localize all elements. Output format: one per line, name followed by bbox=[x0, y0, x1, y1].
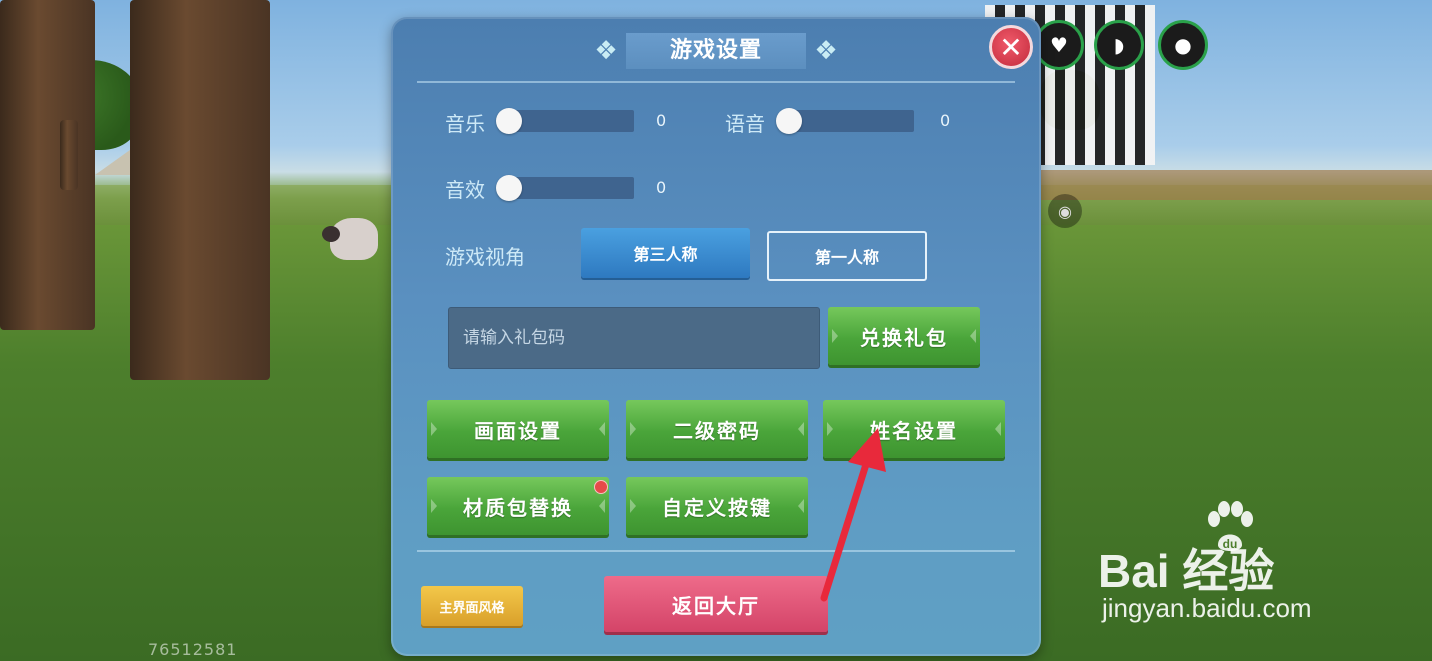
heart-icon: ♥ bbox=[1034, 20, 1084, 70]
dialog-title: 游戏设置 bbox=[669, 38, 762, 63]
sfx-label: 音效 bbox=[445, 178, 485, 202]
sheep-mob bbox=[322, 218, 378, 260]
sfx-slider-track[interactable] bbox=[509, 177, 634, 199]
tab-first-person[interactable]: 第一人称 bbox=[767, 231, 927, 281]
name-settings-button[interactable]: 姓名设置 bbox=[823, 400, 1005, 458]
tree-trunk bbox=[130, 0, 270, 380]
tree-trunk bbox=[60, 120, 78, 190]
custom-keys-button[interactable]: 自定义按键 bbox=[626, 477, 808, 535]
tree-trunk bbox=[0, 0, 95, 330]
notification-dot bbox=[594, 480, 608, 494]
voice-value: 0 bbox=[940, 111, 951, 130]
texture-pack-button[interactable]: 材质包替换 bbox=[427, 477, 609, 535]
voice-slider-track[interactable] bbox=[789, 110, 914, 132]
stomach-icon: ◗ bbox=[1094, 20, 1144, 70]
bottom-divider bbox=[417, 550, 1015, 552]
music-label: 音乐 bbox=[445, 112, 485, 136]
music-slider-track[interactable] bbox=[509, 110, 634, 132]
top-divider bbox=[417, 81, 1015, 83]
voice-label: 语音 bbox=[725, 112, 765, 136]
gift-code-input[interactable] bbox=[448, 307, 820, 369]
redeem-gift-button[interactable]: 兑换礼包 bbox=[828, 307, 980, 365]
tab-third-person[interactable]: 第三人称 bbox=[581, 228, 750, 278]
return-lobby-button[interactable]: 返回大厅 bbox=[604, 576, 828, 632]
graphics-settings-button[interactable]: 画面设置 bbox=[427, 400, 609, 458]
watermark-brand: Bai 经验 bbox=[1098, 545, 1275, 597]
watermark-url: jingyan.baidu.com bbox=[1102, 593, 1312, 623]
voice-slider-knob[interactable] bbox=[776, 108, 802, 134]
music-value: 0 bbox=[656, 111, 667, 130]
game-settings-dialog: ❖ ❖ 游戏设置 ✕ 音乐 0 语音 0 音效 0 游戏视角 第三人称 第一人称… bbox=[391, 17, 1041, 656]
player-uid: 76512581 bbox=[148, 640, 238, 659]
close-button[interactable]: ✕ bbox=[989, 25, 1033, 69]
dirt-patch bbox=[1040, 170, 1432, 200]
dialog-title-bar: ❖ ❖ 游戏设置 bbox=[586, 31, 846, 71]
sfx-slider-knob[interactable] bbox=[496, 175, 522, 201]
view-label: 游戏视角 bbox=[445, 245, 525, 269]
close-icon: ✕ bbox=[999, 30, 1023, 64]
ui-style-button[interactable]: 主界面风格 bbox=[421, 586, 523, 626]
water-drop-icon: ● bbox=[1158, 20, 1208, 70]
eye-icon[interactable]: ◉ bbox=[1048, 194, 1082, 228]
second-password-button[interactable]: 二级密码 bbox=[626, 400, 808, 458]
sfx-value: 0 bbox=[656, 178, 667, 197]
music-slider-knob[interactable] bbox=[496, 108, 522, 134]
